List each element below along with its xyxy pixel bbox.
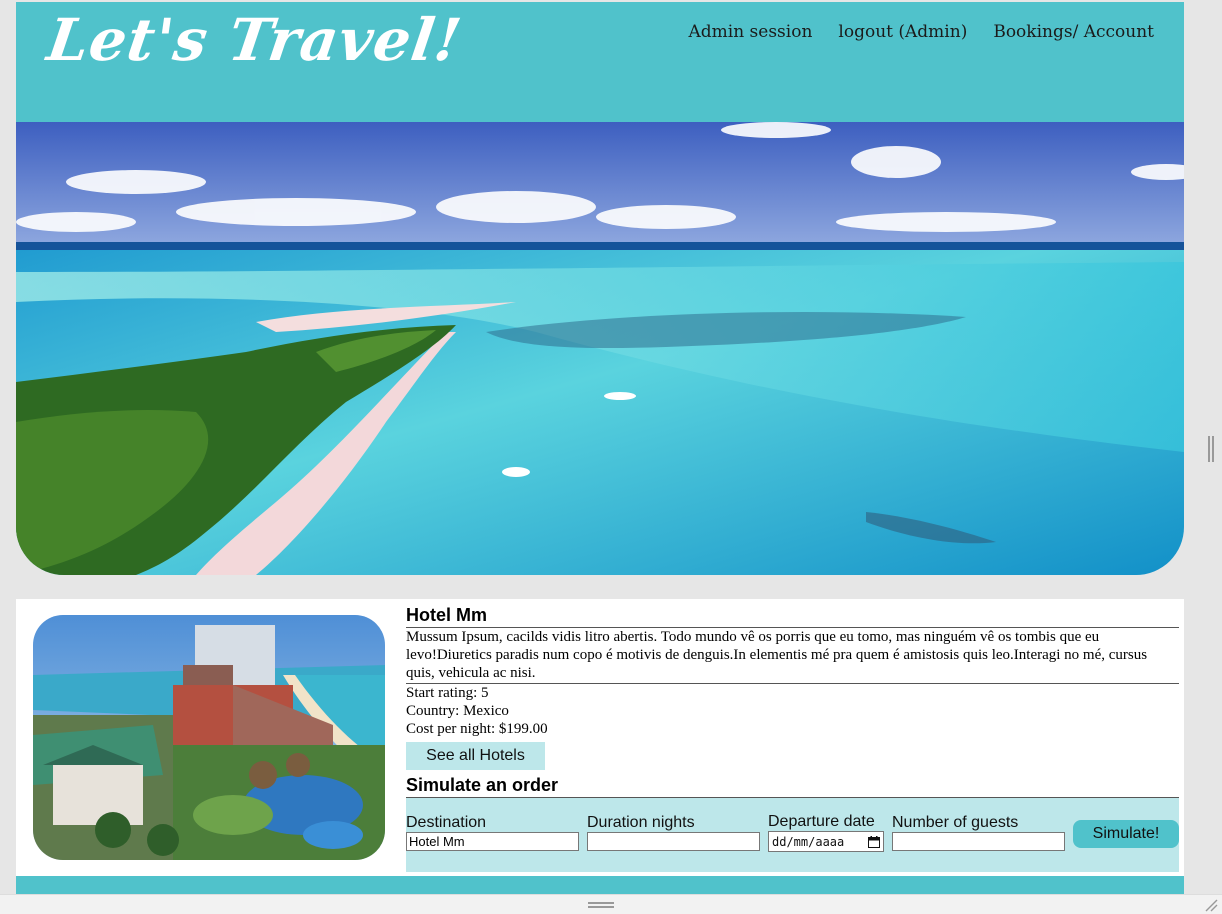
hero-illustration: [16, 122, 1184, 575]
nav-logout[interactable]: logout (Admin): [838, 22, 967, 42]
guests-group: Number of guests: [892, 814, 1065, 851]
departure-placeholder: dd/mm/aaaa: [772, 834, 845, 849]
guests-label: Number of guests: [892, 814, 1019, 831]
simulate-form: Destination Duration nights Departure da…: [406, 798, 1179, 872]
hotel-country: Country: Mexico: [406, 703, 509, 719]
hotel-name: Hotel Mm: [406, 605, 1179, 628]
departure-group: Departure date dd/mm/aaaa: [768, 813, 884, 852]
hotel-card: Hotel Mm Mussum Ipsum, cacilds vidis lit…: [16, 599, 1184, 876]
departure-label: Departure date: [768, 813, 875, 830]
see-all-hotels-button[interactable]: See all Hotels: [406, 742, 545, 770]
site-footer: [16, 876, 1184, 894]
hotel-rating: Start rating: 5: [406, 685, 489, 701]
hero-beach-image: [16, 122, 1184, 575]
calendar-icon[interactable]: [868, 835, 880, 848]
duration-input[interactable]: [587, 832, 760, 851]
simulate-title: Simulate an order: [406, 775, 1179, 798]
duration-label: Duration nights: [587, 814, 695, 831]
departure-date-input[interactable]: dd/mm/aaaa: [768, 831, 884, 852]
main-nav: Admin session logout (Admin) Bookings/ A…: [688, 22, 1154, 42]
nav-admin-session[interactable]: Admin session: [688, 22, 812, 42]
guests-input[interactable]: [892, 832, 1065, 851]
hotel-description: Mussum Ipsum, cacilds vidis litro aberti…: [406, 628, 1179, 684]
hotel-cost: Cost per night: $199.00: [406, 721, 548, 737]
destination-input[interactable]: [406, 832, 579, 851]
hotel-image: [33, 615, 385, 860]
vertical-resize-grip-icon[interactable]: [1208, 436, 1214, 462]
destination-label: Destination: [406, 814, 487, 831]
simulate-button[interactable]: Simulate!: [1073, 820, 1179, 848]
page: Let's Travel! Admin session logout (Admi…: [16, 0, 1184, 894]
site-logo[interactable]: Let's Travel!: [43, 6, 466, 74]
nav-bookings-account[interactable]: Bookings/ Account: [993, 22, 1154, 42]
resize-corner-icon[interactable]: [1202, 896, 1218, 912]
site-header: Let's Travel! Admin session logout (Admi…: [16, 2, 1184, 122]
destination-group: Destination: [406, 814, 579, 851]
horizontal-resize-grip-icon[interactable]: [588, 902, 614, 908]
hotel-illustration: [33, 615, 385, 860]
hotel-info: Hotel Mm Mussum Ipsum, cacilds vidis lit…: [406, 605, 1179, 872]
duration-group: Duration nights: [587, 814, 760, 851]
